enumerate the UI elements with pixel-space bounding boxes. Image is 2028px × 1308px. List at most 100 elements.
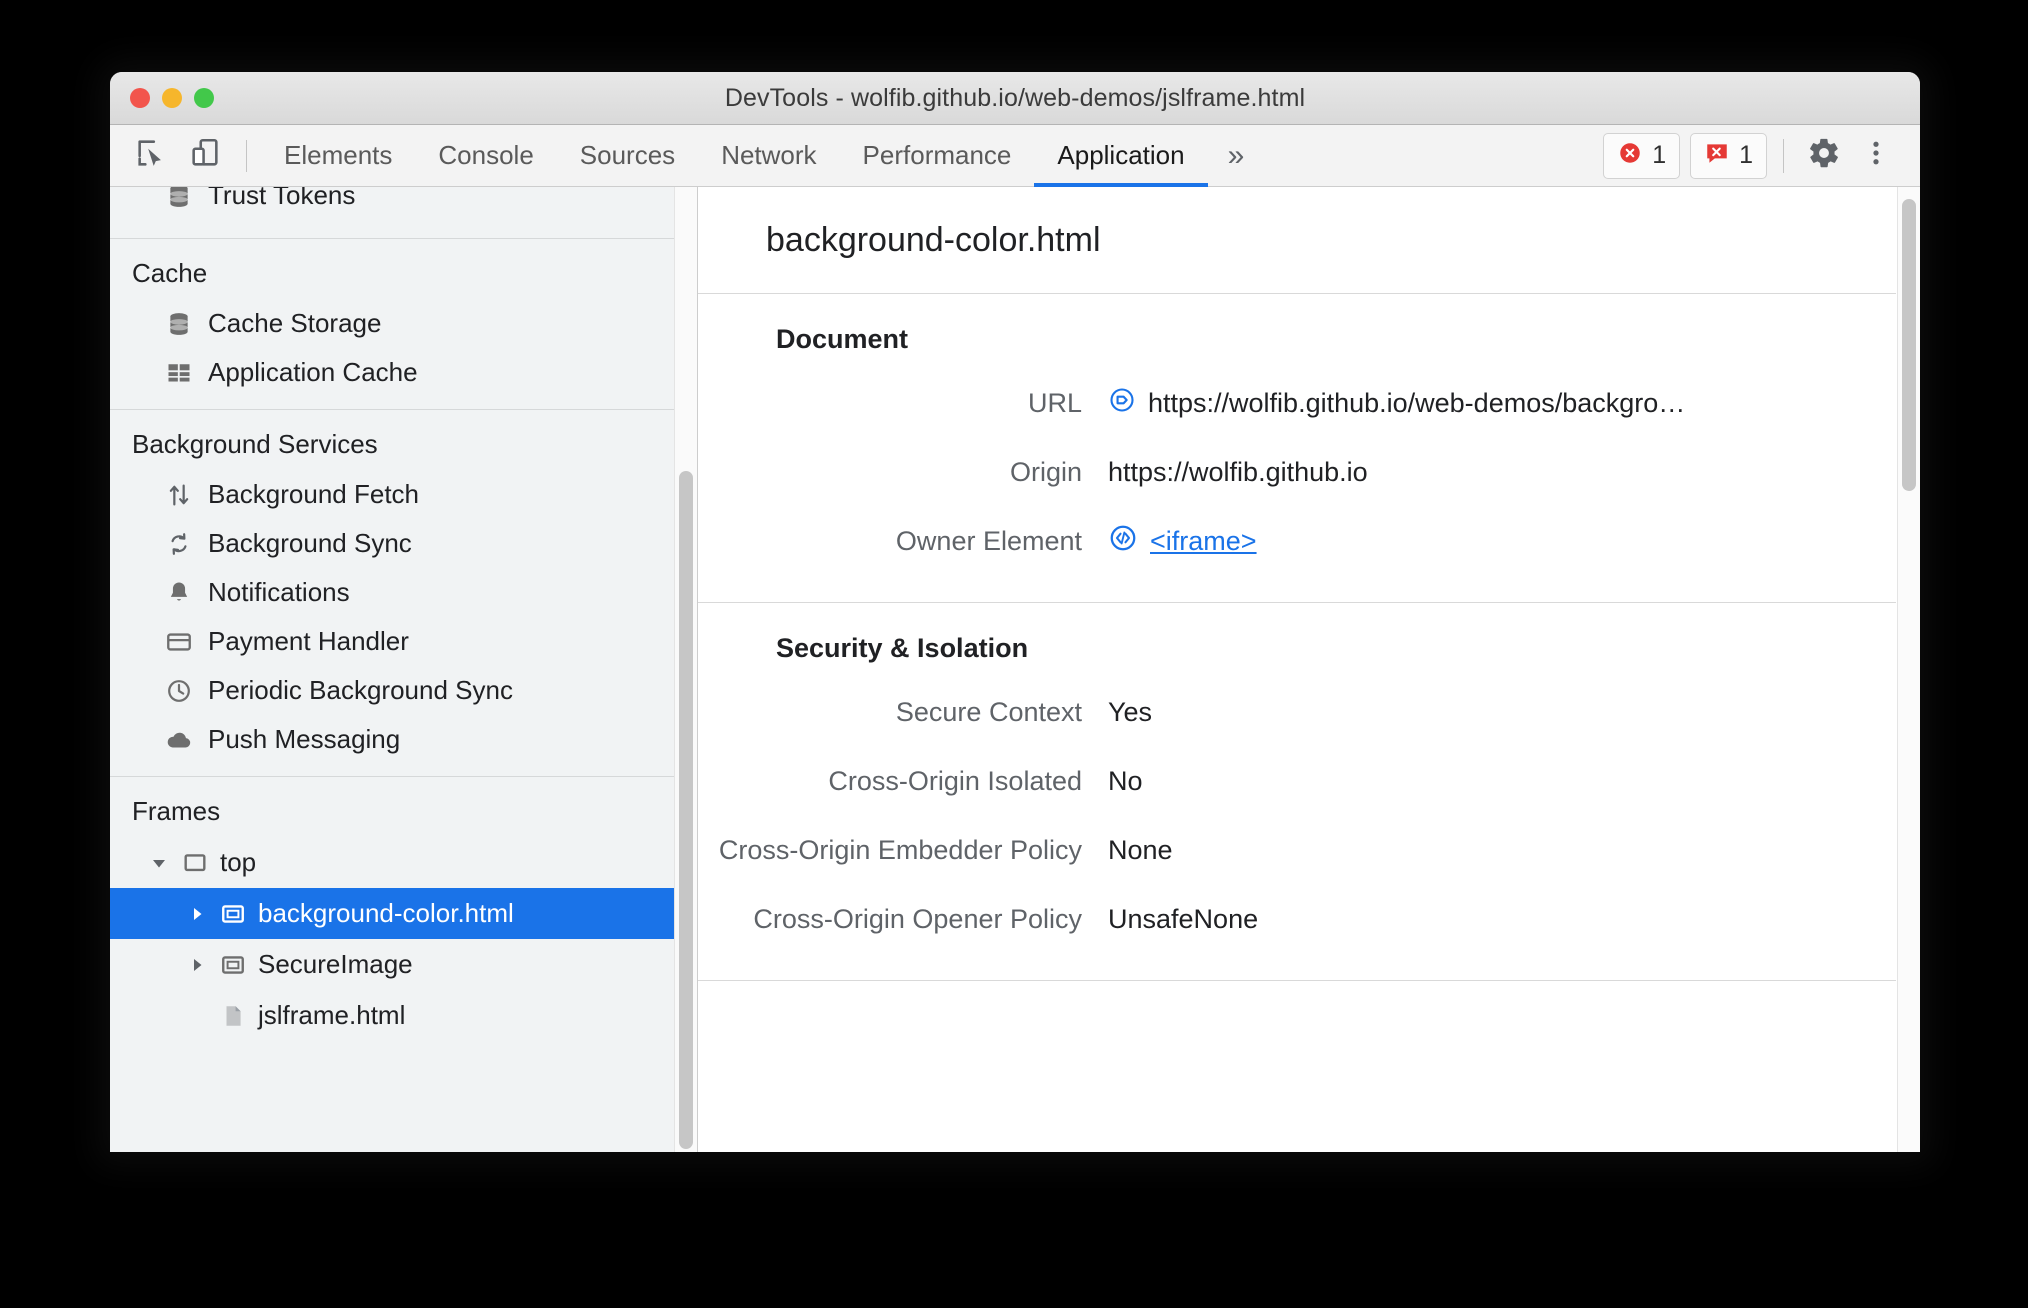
row-coep: Cross-Origin Embedder Policy None [698, 816, 1896, 885]
sidebar-item-background-sync[interactable]: Background Sync [110, 519, 697, 568]
toolbar-separator [246, 139, 247, 172]
chevron-double-right-icon: » [1227, 138, 1245, 172]
tab-label: Elements [284, 140, 393, 170]
toolbar-right-group: 1 1 [1603, 130, 1920, 182]
window-controls [130, 72, 214, 124]
main-menu-button[interactable] [1850, 130, 1902, 182]
sidebar-item-application-cache[interactable]: Application Cache [110, 348, 697, 397]
cloud-icon [164, 725, 194, 755]
row-key: Owner Element [895, 526, 1082, 556]
panel-scrollbar[interactable] [1897, 187, 1920, 1152]
reveal-in-sources-icon[interactable] [1108, 386, 1136, 421]
sidebar-item-notifications[interactable]: Notifications [110, 568, 697, 617]
sidebar-item-periodic-background-sync[interactable]: Periodic Background Sync [110, 666, 697, 715]
close-window-button[interactable] [130, 88, 150, 108]
frame-icon [180, 848, 210, 878]
frame-tree-item-top[interactable]: top [110, 837, 697, 888]
sidebar-item-label: Notifications [208, 577, 350, 607]
section-security-isolation: Security & Isolation Secure Context Yes … [698, 603, 1896, 981]
iframe-icon [218, 950, 248, 980]
triangle-down-icon[interactable] [148, 852, 170, 874]
tab-elements[interactable]: Elements [261, 125, 415, 187]
minimize-window-button[interactable] [162, 88, 182, 108]
tab-network[interactable]: Network [698, 125, 839, 187]
row-key: Origin [1009, 457, 1082, 487]
sidebar-item-label: Cache Storage [208, 308, 382, 338]
triangle-right-icon[interactable] [186, 903, 208, 925]
sidebar-group-cache: Cache Cache Storage Application Cache [110, 239, 697, 410]
kebab-menu-icon [1861, 138, 1891, 173]
bell-icon [164, 578, 194, 608]
frame-details-panel: background-color.html Document URL https… [698, 187, 1920, 1152]
sidebar-item-payment-handler[interactable]: Payment Handler [110, 617, 697, 666]
inspect-element-icon [134, 136, 168, 175]
sidebar-item-trust-tokens[interactable]: Trust Tokens [110, 187, 697, 220]
row-value-text: No [1108, 766, 1143, 796]
sync-icon [164, 529, 194, 559]
frame-tree-item-background-color[interactable]: background-color.html [110, 888, 697, 939]
sidebar-item-label: Background Fetch [208, 479, 420, 509]
sidebar-scrollbar-thumb[interactable] [679, 471, 693, 1149]
tab-sources[interactable]: Sources [557, 125, 698, 187]
panel-scrollbar-thumb[interactable] [1902, 199, 1916, 491]
error-count-badge[interactable]: 1 [1603, 132, 1681, 179]
inspect-element-button[interactable] [124, 129, 178, 183]
sidebar-item-cache-storage[interactable]: Cache Storage [110, 299, 697, 348]
owner-element-link[interactable]: <iframe> [1150, 526, 1257, 557]
more-tabs-button[interactable]: » [1208, 125, 1265, 187]
frame-tree-item-secureimage[interactable]: SecureImage [110, 939, 697, 990]
sidebar-scrollbar[interactable] [674, 187, 697, 1152]
message-count: 1 [1739, 141, 1753, 169]
message-count-badge[interactable]: 1 [1690, 132, 1767, 179]
section-title: Document [776, 324, 909, 354]
credit-card-icon [164, 627, 194, 657]
code-badge-icon[interactable] [1108, 523, 1138, 560]
devtools-body: Trust Tokens Cache Cache Storage Applica… [110, 187, 1920, 1152]
row-value-text: https://wolfib.github.io/web-demos/backg… [1148, 388, 1686, 418]
row-value: https://wolfib.github.io [1108, 457, 1368, 488]
table-icon [164, 358, 194, 388]
arrows-up-down-icon [164, 480, 194, 510]
row-value-text: None [1108, 835, 1173, 865]
error-count: 1 [1652, 141, 1667, 169]
sidebar-item-background-fetch[interactable]: Background Fetch [110, 470, 697, 519]
triangle-right-icon[interactable] [186, 954, 208, 976]
section-title: Security & Isolation [776, 633, 1029, 663]
gear-icon [1807, 136, 1841, 175]
tab-label: Application [1057, 140, 1185, 170]
row-url: URL https://wolfib.github.io/web-demos/b… [698, 369, 1896, 438]
toolbar-divider [1783, 138, 1784, 173]
device-toolbar-button[interactable] [178, 129, 232, 183]
sidebar-item-label: Payment Handler [208, 626, 409, 656]
tab-label: Sources [579, 140, 676, 170]
sidebar-group-storage-tail: Trust Tokens [110, 187, 697, 239]
settings-button[interactable] [1798, 130, 1850, 182]
sidebar-group-title: Frames [132, 796, 221, 826]
row-origin: Origin https://wolfib.github.io [698, 438, 1896, 507]
window-titlebar: DevTools - wolfib.github.io/web-demos/js… [110, 72, 1920, 125]
sidebar-item-label: Periodic Background Sync [208, 675, 513, 705]
tab-console[interactable]: Console [415, 125, 556, 187]
frame-tree-item-jslframe[interactable]: jslframe.html [110, 990, 697, 1041]
zoom-window-button[interactable] [194, 88, 214, 108]
tab-application[interactable]: Application [1034, 125, 1208, 187]
database-icon [164, 309, 194, 339]
sidebar-item-label: Application Cache [208, 357, 418, 387]
row-owner-element: Owner Element <iframe> [698, 507, 1896, 576]
row-value[interactable]: <iframe> [1108, 523, 1257, 560]
page-title: background-color.html [698, 187, 1896, 294]
sidebar-item-push-messaging[interactable]: Push Messaging [110, 715, 697, 764]
row-value[interactable]: https://wolfib.github.io/web-demos/backg… [1108, 386, 1685, 421]
row-value: Yes [1108, 697, 1152, 728]
row-key: Secure Context [895, 697, 1082, 727]
row-value: No [1108, 766, 1143, 797]
row-key: URL [1027, 388, 1082, 418]
sidebar-item-label: Push Messaging [208, 724, 401, 754]
row-secure-context: Secure Context Yes [698, 678, 1896, 747]
devtools-window: DevTools - wolfib.github.io/web-demos/js… [110, 72, 1920, 1152]
sidebar-item-label: Trust Tokens [208, 187, 356, 210]
row-value: UnsafeNone [1108, 904, 1258, 935]
devtools-toolbar: Elements Console Sources Network Perform… [110, 125, 1920, 187]
tab-performance[interactable]: Performance [840, 125, 1035, 187]
iframe-icon [218, 899, 248, 929]
